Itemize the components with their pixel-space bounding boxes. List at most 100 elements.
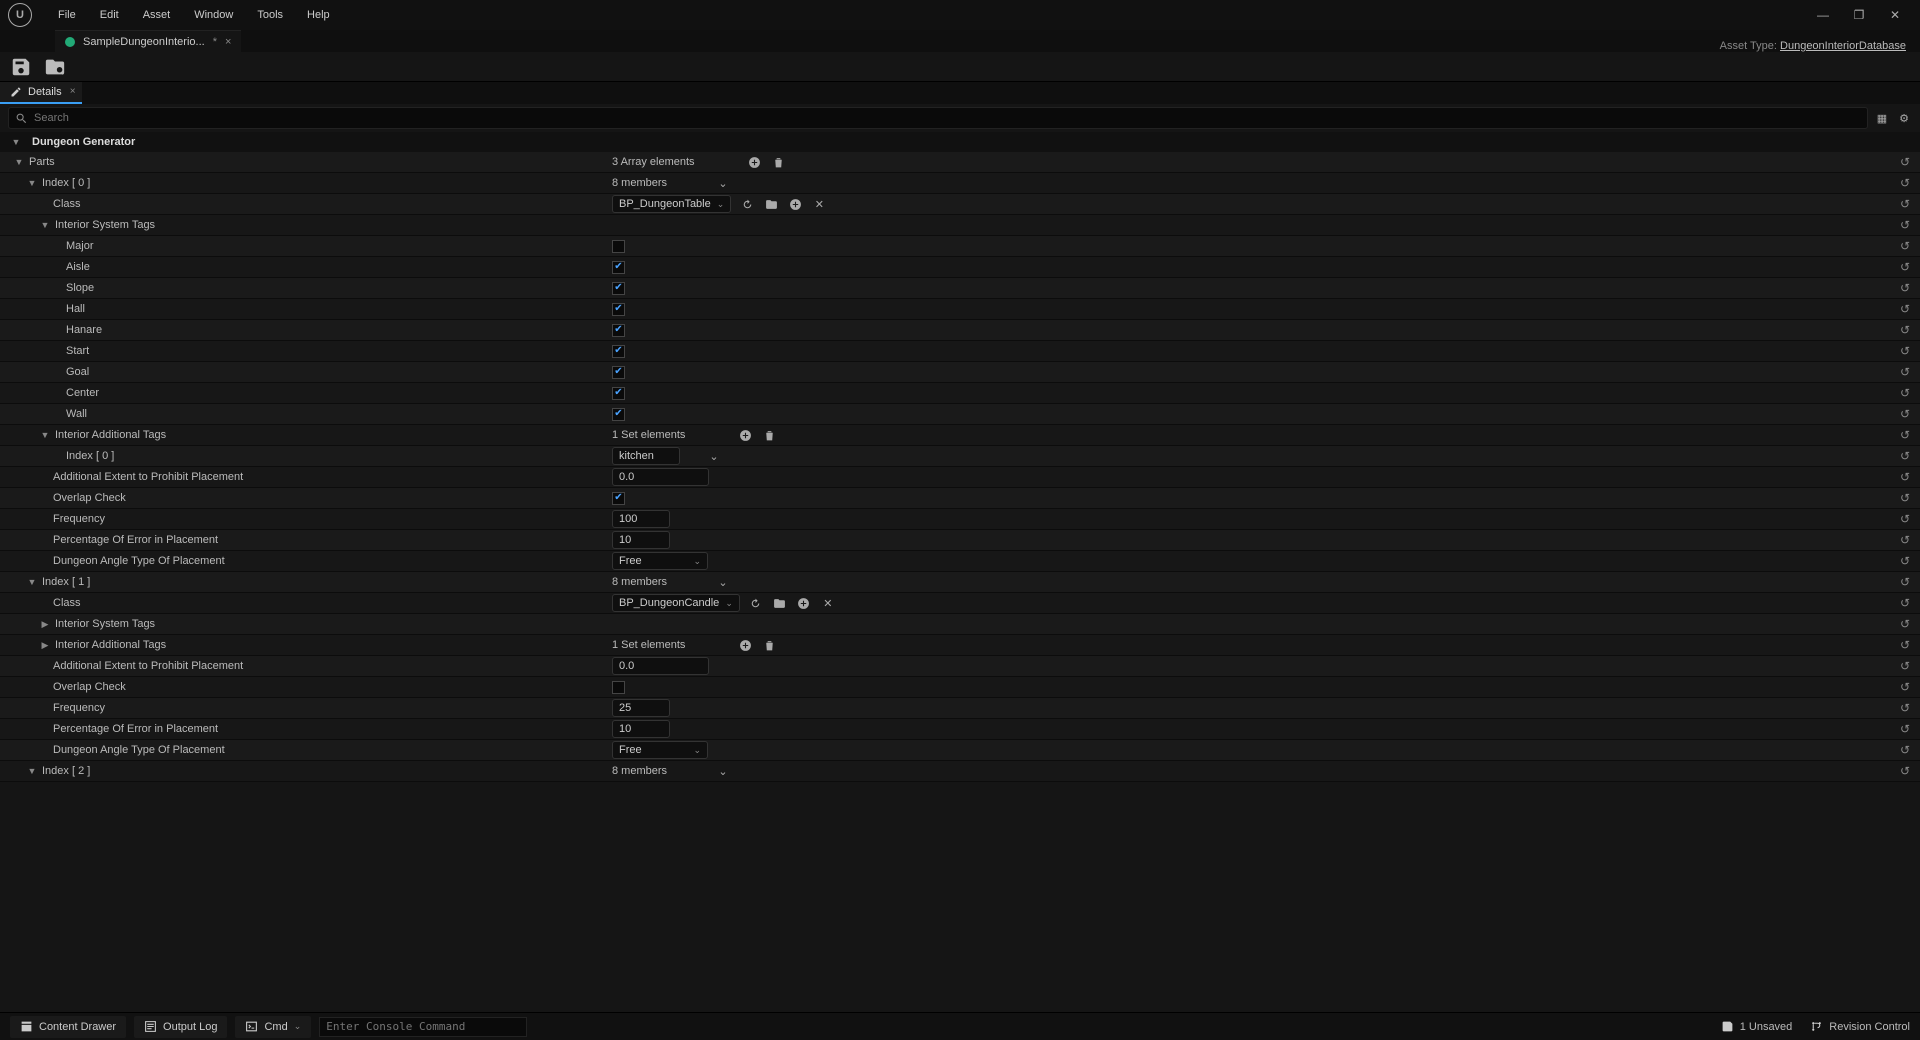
- checkbox-goal[interactable]: [612, 366, 625, 379]
- expander-index1[interactable]: ▼: [26, 576, 38, 588]
- reset-icon[interactable]: ↺: [1900, 470, 1910, 484]
- new-asset-icon[interactable]: [787, 196, 803, 212]
- expander-ist0[interactable]: ▼: [39, 219, 51, 231]
- new-asset-icon[interactable]: [796, 595, 812, 611]
- checkbox-aisle[interactable]: [612, 261, 625, 274]
- menu-edit[interactable]: Edit: [88, 9, 131, 21]
- reset-icon[interactable]: ↺: [1900, 344, 1910, 358]
- minimize-button[interactable]: —: [1806, 3, 1840, 27]
- checkbox-center[interactable]: [612, 387, 625, 400]
- search-input[interactable]: [34, 112, 1861, 124]
- checkbox-overlap-1[interactable]: [612, 681, 625, 694]
- addext-input-1[interactable]: 0.0: [612, 657, 709, 675]
- browse-to-asset-icon[interactable]: [772, 595, 788, 611]
- delete-set-elements-icon[interactable]: [761, 427, 777, 443]
- reset-icon[interactable]: ↺: [1900, 533, 1910, 547]
- reset-icon[interactable]: ↺: [1900, 302, 1910, 316]
- reset-icon[interactable]: ↺: [1900, 197, 1910, 211]
- save-icon[interactable]: [10, 56, 32, 78]
- class-picker-1[interactable]: BP_DungeonCandle⌄: [612, 594, 740, 612]
- reset-icon[interactable]: ↺: [1900, 218, 1910, 232]
- reset-icon[interactable]: ↺: [1900, 659, 1910, 673]
- checkbox-major[interactable]: [612, 240, 625, 253]
- content-drawer-button[interactable]: Content Drawer: [10, 1016, 126, 1038]
- reset-icon[interactable]: ↺: [1900, 554, 1910, 568]
- settings-icon[interactable]: ⚙: [1896, 110, 1912, 126]
- reset-icon[interactable]: ↺: [1900, 575, 1910, 589]
- menu-asset[interactable]: Asset: [131, 9, 183, 21]
- reset-icon[interactable]: ↺: [1900, 239, 1910, 253]
- percent-error-input-0[interactable]: 10: [612, 531, 670, 549]
- browse-icon[interactable]: [44, 56, 66, 78]
- expander-index2[interactable]: ▼: [26, 765, 38, 777]
- menu-window[interactable]: Window: [182, 9, 245, 21]
- reset-icon[interactable]: ↺: [1900, 260, 1910, 274]
- delete-set-elements-icon[interactable]: [761, 637, 777, 653]
- add-set-element-icon[interactable]: [737, 637, 753, 653]
- checkbox-start[interactable]: [612, 345, 625, 358]
- reset-icon[interactable]: ↺: [1900, 323, 1910, 337]
- reset-icon[interactable]: ↺: [1900, 596, 1910, 610]
- chevron-down-icon[interactable]: ⌄: [715, 175, 731, 191]
- chevron-down-icon[interactable]: ⌄: [706, 448, 722, 464]
- checkbox-overlap-0[interactable]: [612, 492, 625, 505]
- angle-combo-1[interactable]: Free⌄: [612, 741, 708, 759]
- clear-icon[interactable]: ✕: [820, 595, 836, 611]
- use-selected-icon[interactable]: [739, 196, 755, 212]
- details-tab[interactable]: Details ×: [0, 82, 82, 104]
- clear-icon[interactable]: ✕: [811, 196, 827, 212]
- reset-icon[interactable]: ↺: [1900, 155, 1910, 169]
- reset-icon[interactable]: ↺: [1900, 722, 1910, 736]
- menu-help[interactable]: Help: [295, 9, 342, 21]
- reset-icon[interactable]: ↺: [1900, 386, 1910, 400]
- reset-icon[interactable]: ↺: [1900, 491, 1910, 505]
- output-log-button[interactable]: Output Log: [134, 1016, 227, 1038]
- class-picker-0[interactable]: BP_DungeonTable⌄: [612, 195, 731, 213]
- console-input[interactable]: [319, 1017, 527, 1037]
- reset-icon[interactable]: ↺: [1900, 281, 1910, 295]
- reset-icon[interactable]: ↺: [1900, 638, 1910, 652]
- browse-to-asset-icon[interactable]: [763, 196, 779, 212]
- frequency-input-1[interactable]: 25: [612, 699, 670, 717]
- frequency-input-0[interactable]: 100: [612, 510, 670, 528]
- add-element-icon[interactable]: [747, 154, 763, 170]
- reset-icon[interactable]: ↺: [1900, 365, 1910, 379]
- reset-icon[interactable]: ↺: [1900, 512, 1910, 526]
- iat-value-0[interactable]: kitchen: [612, 447, 680, 465]
- asset-type-link[interactable]: DungeonInteriorDatabase: [1780, 40, 1906, 52]
- expander-index0[interactable]: ▼: [26, 177, 38, 189]
- document-tab[interactable]: SampleDungeonInterio... * ×: [55, 30, 241, 52]
- cmd-dropdown[interactable]: Cmd ⌄: [235, 1016, 311, 1038]
- reset-icon[interactable]: ↺: [1900, 449, 1910, 463]
- revision-control-button[interactable]: Revision Control: [1810, 1020, 1910, 1033]
- reset-icon[interactable]: ↺: [1900, 176, 1910, 190]
- delete-elements-icon[interactable]: [771, 154, 787, 170]
- reset-icon[interactable]: ↺: [1900, 428, 1910, 442]
- expander-parts[interactable]: ▼: [13, 156, 25, 168]
- menu-file[interactable]: File: [46, 9, 88, 21]
- use-selected-icon[interactable]: [748, 595, 764, 611]
- angle-combo-0[interactable]: Free⌄: [612, 552, 708, 570]
- menu-tools[interactable]: Tools: [245, 9, 295, 21]
- checkbox-hanare[interactable]: [612, 324, 625, 337]
- checkbox-wall[interactable]: [612, 408, 625, 421]
- percent-error-input-1[interactable]: 10: [612, 720, 670, 738]
- checkbox-slope[interactable]: [612, 282, 625, 295]
- expander-ist1[interactable]: ▶: [39, 618, 51, 630]
- view-options-icon[interactable]: ▦: [1874, 110, 1890, 126]
- checkbox-hall[interactable]: [612, 303, 625, 316]
- reset-icon[interactable]: ↺: [1900, 680, 1910, 694]
- close-window-button[interactable]: ✕: [1878, 3, 1912, 27]
- reset-icon[interactable]: ↺: [1900, 617, 1910, 631]
- unsaved-indicator[interactable]: 1 Unsaved: [1721, 1020, 1793, 1033]
- close-tab-icon[interactable]: ×: [225, 36, 231, 48]
- expander-iat0[interactable]: ▼: [39, 429, 51, 441]
- section-header[interactable]: ▼ Dungeon Generator: [0, 132, 1920, 152]
- chevron-down-icon[interactable]: ⌄: [715, 763, 731, 779]
- search-box[interactable]: [8, 107, 1868, 129]
- chevron-down-icon[interactable]: ⌄: [715, 574, 731, 590]
- reset-icon[interactable]: ↺: [1900, 743, 1910, 757]
- expander-iat1[interactable]: ▶: [39, 639, 51, 651]
- reset-icon[interactable]: ↺: [1900, 764, 1910, 778]
- reset-icon[interactable]: ↺: [1900, 407, 1910, 421]
